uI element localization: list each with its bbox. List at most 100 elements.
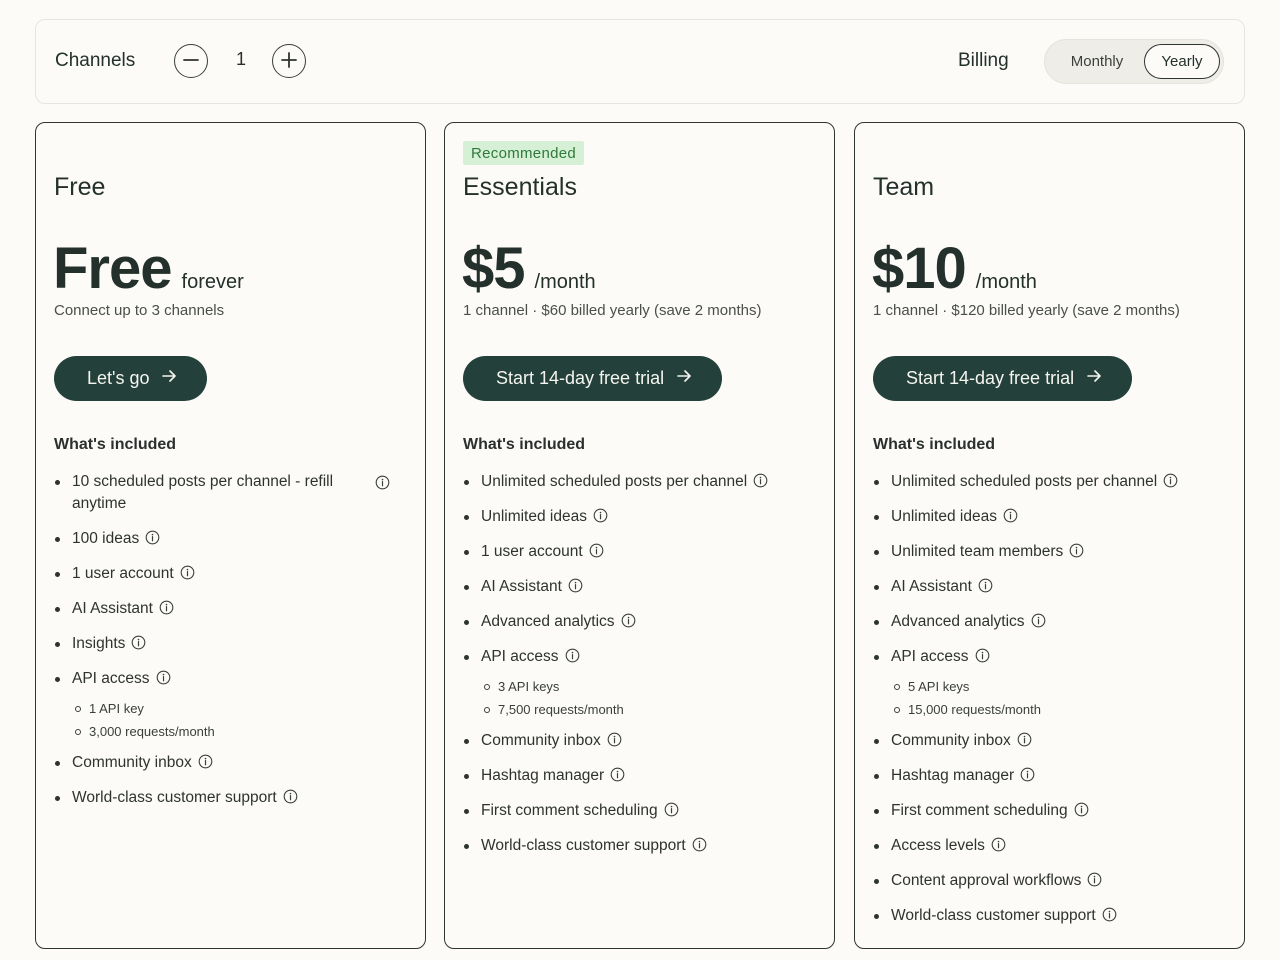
feature-text: Unlimited team members	[891, 543, 1064, 560]
arrow-right-icon	[664, 368, 692, 389]
feature-text: Advanced analytics	[891, 613, 1025, 630]
lets-go-button[interactable]: Let's go	[54, 356, 208, 401]
plus-icon	[281, 51, 297, 71]
feature-item: Community inbox	[54, 752, 409, 774]
info-icon[interactable]	[131, 635, 146, 650]
feature-text: API access	[481, 648, 559, 665]
info-icon[interactable]	[375, 475, 390, 490]
info-icon[interactable]	[978, 578, 993, 593]
feature-text: Unlimited ideas	[481, 508, 587, 525]
plan-card-free: Free Free forever Connect up to 3 channe…	[35, 122, 426, 949]
info-icon[interactable]	[1074, 802, 1089, 817]
price-unit: /month	[975, 271, 1037, 293]
info-icon[interactable]	[975, 648, 990, 663]
arrow-right-icon	[1074, 368, 1102, 389]
info-icon[interactable]	[1163, 473, 1178, 488]
feature-text: Community inbox	[481, 732, 601, 749]
feature-text: 1 user account	[481, 543, 583, 560]
feature-item: Community inbox	[873, 730, 1228, 752]
feature-subitem: 1 API key	[72, 697, 409, 720]
info-icon[interactable]	[593, 508, 608, 523]
info-icon[interactable]	[607, 732, 622, 747]
feature-text: Community inbox	[891, 732, 1011, 749]
whats-included-heading: What's included	[463, 436, 586, 453]
info-icon[interactable]	[1102, 907, 1117, 922]
feature-item: API access 1 API key 3,000 requests/month	[54, 668, 409, 743]
info-icon[interactable]	[180, 565, 195, 580]
info-icon[interactable]	[159, 600, 174, 615]
info-icon[interactable]	[198, 754, 213, 769]
info-icon[interactable]	[283, 789, 298, 804]
channels-count[interactable]: 1	[216, 49, 266, 70]
feature-text: Hashtag manager	[891, 767, 1015, 784]
feature-list: Unlimited scheduled posts per channel Unl…	[873, 471, 1228, 940]
decrease-channels-button[interactable]	[174, 44, 208, 78]
start-trial-button[interactable]: Start 14-day free trial	[463, 356, 723, 401]
feature-item: 1 user account	[463, 541, 818, 563]
feature-text: API access	[891, 648, 969, 665]
minus-icon	[183, 52, 199, 71]
info-icon[interactable]	[145, 530, 160, 545]
info-icon[interactable]	[621, 613, 636, 628]
feature-item: Hashtag manager	[463, 765, 818, 787]
feature-text: Unlimited scheduled posts per channel	[481, 473, 748, 490]
info-icon[interactable]	[156, 670, 171, 685]
feature-subitem: 3 API keys	[481, 675, 818, 698]
billing-label: Billing	[958, 50, 1009, 71]
feature-subitem: 5 API keys	[891, 675, 1228, 698]
info-icon[interactable]	[664, 802, 679, 817]
info-icon[interactable]	[1003, 508, 1018, 523]
feature-item: First comment scheduling	[873, 800, 1228, 822]
plan-price: $10	[872, 236, 967, 301]
feature-text: AI Assistant	[891, 578, 972, 595]
feature-item: Advanced analytics	[873, 611, 1228, 633]
info-icon[interactable]	[753, 473, 768, 488]
feature-item: 100 ideas	[54, 528, 409, 550]
billing-toggle[interactable]: Monthly Yearly	[1044, 39, 1224, 84]
feature-item: World-class customer support	[873, 905, 1228, 927]
increase-channels-button[interactable]	[272, 44, 306, 78]
feature-text: AI Assistant	[72, 600, 153, 617]
billing-option-monthly[interactable]: Monthly	[1051, 44, 1143, 79]
feature-text: Community inbox	[72, 754, 192, 771]
feature-text: First comment scheduling	[891, 802, 1068, 819]
info-icon[interactable]	[991, 837, 1006, 852]
info-icon[interactable]	[1020, 767, 1035, 782]
feature-item: Content approval workflows	[873, 870, 1228, 892]
info-icon[interactable]	[568, 578, 583, 593]
price-row: $5 /month	[462, 240, 596, 298]
info-icon[interactable]	[1087, 872, 1102, 887]
start-trial-button[interactable]: Start 14-day free trial	[873, 356, 1133, 401]
price-note: 1 channel · $60 billed yearly (save 2 mo…	[463, 302, 762, 319]
feature-list: Unlimited scheduled posts per channel Unl…	[463, 471, 818, 870]
info-icon[interactable]	[610, 767, 625, 782]
feature-list: 10 scheduled posts per channel - refill …	[54, 471, 409, 822]
whats-included-heading: What's included	[54, 436, 177, 453]
plan-name: Team	[873, 173, 935, 201]
info-icon[interactable]	[565, 648, 580, 663]
plan-card-team: Team $10 /month 1 channel · $120 billed …	[854, 122, 1245, 949]
feature-item: API access 3 API keys 7,500 requests/month	[463, 646, 818, 721]
info-icon[interactable]	[589, 543, 604, 558]
feature-item: World-class customer support	[463, 835, 818, 857]
info-icon[interactable]	[692, 837, 707, 852]
feature-text: AI Assistant	[481, 578, 562, 595]
feature-text: World-class customer support	[481, 837, 686, 854]
cta-label: Start 14-day free trial	[496, 368, 665, 388]
billing-option-yearly[interactable]: Yearly	[1144, 44, 1220, 79]
feature-item: Unlimited scheduled posts per channel	[463, 471, 818, 493]
plan-name: Essentials	[463, 173, 577, 201]
price-note: Connect up to 3 channels	[54, 302, 225, 319]
feature-text: Unlimited ideas	[891, 508, 997, 525]
feature-item: Insights	[54, 633, 409, 655]
feature-text: Advanced analytics	[481, 613, 615, 630]
feature-item: AI Assistant	[54, 598, 409, 620]
info-icon[interactable]	[1017, 732, 1032, 747]
plan-card-essentials: Recommended Essentials $5 /month 1 chann…	[444, 122, 835, 949]
arrow-right-icon	[149, 368, 177, 389]
info-icon[interactable]	[1069, 543, 1084, 558]
plan-price: Free	[53, 236, 173, 301]
info-icon[interactable]	[1031, 613, 1046, 628]
feature-item: Unlimited ideas	[873, 506, 1228, 528]
feature-subitem: 3,000 requests/month	[72, 720, 409, 743]
